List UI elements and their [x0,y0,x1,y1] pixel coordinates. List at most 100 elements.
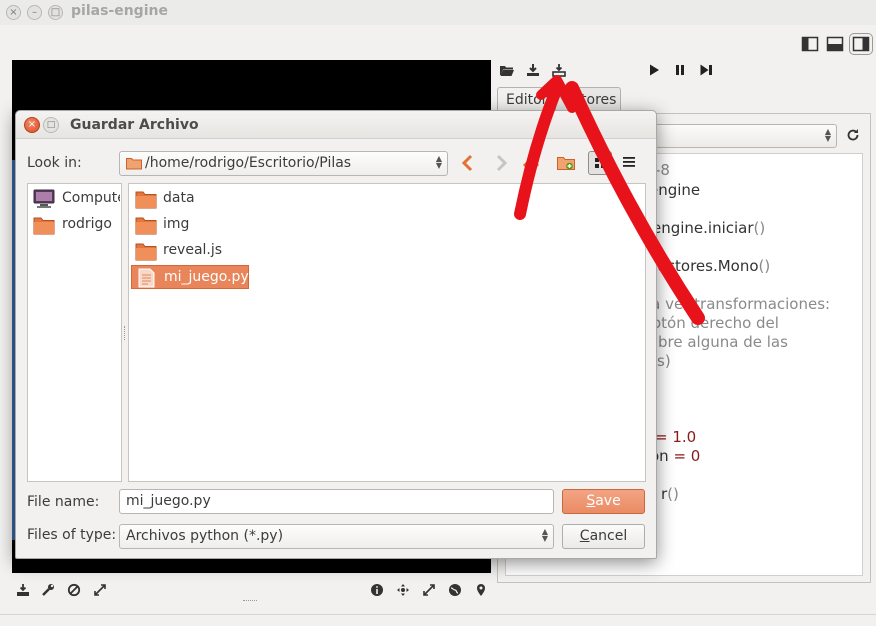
status-line [0,614,876,615]
save-as-icon[interactable] [551,62,567,78]
wrench-icon[interactable] [41,583,55,597]
globe-icon[interactable] [448,583,462,597]
cancel-mnemonic: C [579,528,590,544]
look-in-combo[interactable]: /home/rodrigo/Escritorio/Pilas ▲ ▼ [119,151,448,176]
panel-splitter[interactable] [124,326,126,340]
combo-arrows-icon: ▲ ▼ [541,527,548,543]
code-token: 0 [690,447,701,465]
code-line: s) [657,352,671,370]
code-line: r() [661,485,679,503]
code-line: s.actores.Mono() [645,257,770,275]
step-icon[interactable] [698,62,714,78]
file-name-input[interactable]: mi_juego.py [119,489,554,514]
icon-view-button[interactable] [588,151,612,175]
code-token: () [667,485,679,503]
files-of-type-value: Archivos python (*.py) [126,528,284,544]
code-token: () [758,257,771,275]
combo-arrows-icon: ▲ ▼ [435,154,442,170]
file-name-label: File name: [27,494,100,510]
back-arrow-icon[interactable] [458,153,478,173]
save-file-dialog: × □ Guardar Archivo Look in: /home/rodri… [15,110,657,559]
window-title: pilas-engine [71,3,168,19]
save-button[interactable]: Save [562,489,645,514]
code-line: -8 [655,161,670,179]
list-view-button[interactable] [618,151,642,175]
code-token: = [668,447,691,465]
code-token: s) [657,352,671,370]
list-item-selected[interactable]: mi_juego.py [131,265,249,289]
code-token: engine.iniciar [652,219,754,237]
list-item[interactable]: reveal.js [131,239,231,263]
dialog-maximize-button[interactable]: □ [43,117,59,133]
python-file-icon [138,268,155,288]
code-token: otón derecho del [652,314,779,332]
places-panel: Computer rodrigo [27,183,122,482]
file-name: reveal.js [163,242,223,258]
place-rodrigo[interactable]: rodrigo [33,214,121,236]
code-token: ra ver transformaciones: [645,295,831,313]
info-icon[interactable] [370,583,384,597]
home-folder-icon [33,217,55,235]
file-name: mi_juego.py [164,269,249,285]
parent-directory-icon[interactable] [521,153,541,173]
code-line: bre alguna de las [658,333,788,351]
save-label-rest: ave [595,493,621,509]
refresh-icon[interactable] [846,128,860,142]
main-minimize-button[interactable]: – [27,5,42,20]
files-of-type-select[interactable]: Archivos python (*.py) ▲ ▼ [119,524,554,549]
save-icon[interactable] [16,583,30,597]
look-in-path: /home/rodrigo/Escritorio/Pilas [145,155,352,171]
open-folder-icon[interactable] [499,62,515,78]
editor-file-combo[interactable]: ▲ ▼ [645,124,837,148]
play-icon[interactable] [646,62,662,78]
resize-grip[interactable] [243,600,257,602]
files-of-type-label: Files of type: [27,527,117,543]
code-token: 1.0 [672,428,697,446]
main-titlebar: × – □ pilas-engine [0,0,876,25]
layout-left-button[interactable] [801,36,819,52]
pin-icon[interactable] [474,583,488,597]
layout-right-button[interactable] [849,33,873,55]
code-line: on = 0 [650,447,700,465]
place-computer[interactable]: Computer [33,188,121,210]
dialog-close-button[interactable]: × [24,117,40,133]
place-label: rodrigo [62,216,112,232]
code-token: -8 [655,161,670,179]
expand-icon[interactable] [422,583,436,597]
code-line: engine.iniciar() [652,219,765,237]
save-icon[interactable] [525,62,541,78]
look-in-label: Look in: [27,155,82,171]
code-token: s.actores.Mono [645,257,759,275]
code-line: ra ver transformaciones: [645,295,830,313]
new-folder-icon[interactable] [556,153,576,173]
no-entry-icon[interactable] [67,583,81,597]
main-close-button[interactable]: × [6,5,21,20]
list-item[interactable]: img [131,213,203,237]
code-line: = 1.0 [655,428,696,446]
folder-icon [135,191,157,209]
computer-icon [33,189,55,208]
main-maximize-button[interactable]: □ [48,5,63,20]
file-name: img [163,216,190,232]
fullscreen-icon[interactable] [93,583,107,597]
file-list: data img reveal.js mi_juego.py [128,183,646,482]
code-token: = [655,428,673,446]
folder-icon [126,158,142,170]
list-item[interactable]: data [131,187,203,211]
code-token: bre alguna de las [658,333,788,351]
dialog-titlebar[interactable]: × □ Guardar Archivo [16,111,656,139]
code-token: () [753,219,766,237]
place-label: Computer [62,190,120,206]
code-line: otón derecho del [652,314,779,332]
pause-icon[interactable] [672,62,688,78]
cancel-button[interactable]: Cancel [562,524,645,549]
layout-bottom-button[interactable] [826,36,844,52]
move-icon[interactable] [396,583,410,597]
combo-arrows-icon: ▲ ▼ [824,127,831,143]
file-name: data [163,190,195,206]
forward-arrow-icon[interactable] [491,153,511,173]
folder-icon [135,243,157,261]
cancel-label-rest: ancel [589,528,628,544]
dialog-title: Guardar Archivo [70,117,199,133]
save-mnemonic: S [586,493,596,509]
